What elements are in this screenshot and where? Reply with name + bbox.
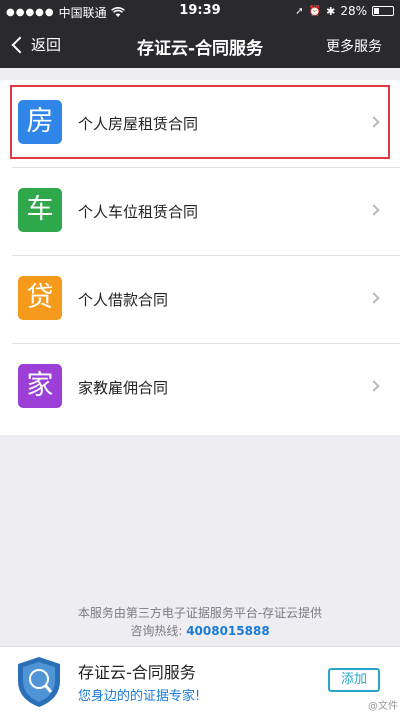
- banner-slogan: 您身边的的证据专家!: [78, 689, 201, 704]
- house-icon: 房: [18, 100, 62, 144]
- list-item-label: 个人借款合同: [78, 291, 169, 309]
- battery-icon: [372, 6, 394, 16]
- battery-percent: 28%: [340, 4, 367, 18]
- more-services-button[interactable]: 更多服务: [326, 36, 382, 56]
- list-item-label: 家教雇佣合同: [78, 379, 169, 397]
- location-icon: ➚: [295, 5, 304, 17]
- loan-icon: 贷: [18, 276, 62, 320]
- bluetooth-icon: ✱: [326, 4, 336, 18]
- provider-text: 本服务由第三方电子证据服务平台-存证云提供: [77, 606, 323, 620]
- list-item-label: 个人房屋租赁合同: [78, 115, 199, 133]
- list-item-house-lease[interactable]: 房 个人房屋租赁合同: [0, 80, 400, 168]
- car-icon: 车: [18, 188, 62, 232]
- footer-note: 本服务由第三方电子证据服务平台-存证云提供 咨询热线: 4008015888: [0, 604, 400, 640]
- banner-app-name: 存证云-合同服务: [78, 663, 196, 682]
- list-item-label: 个人车位租赁合同: [78, 203, 199, 221]
- home-icon: 家: [18, 364, 62, 408]
- alarm-icon: ⏰: [308, 5, 322, 17]
- chevron-right-icon: [368, 204, 380, 216]
- watermark: @文件: [368, 701, 398, 712]
- list-item-tutor-employment[interactable]: 家 家教雇佣合同: [0, 344, 400, 432]
- shield-logo-icon: [18, 657, 60, 707]
- status-bar: ●●●●● 中国联通 19:39 ➚ ⏰ ✱ 28%: [0, 0, 400, 22]
- add-button[interactable]: 添加: [328, 668, 380, 692]
- highlight-box: [10, 85, 390, 159]
- chevron-right-icon: [368, 380, 380, 392]
- hotline-label: 咨询热线:: [130, 624, 183, 638]
- nav-bar: 返回 存证云-合同服务 更多服务: [0, 22, 400, 68]
- app-banner: 存证云-合同服务 您身边的的证据专家! 添加 @文件: [0, 646, 400, 714]
- list-item-personal-loan[interactable]: 贷 个人借款合同: [0, 256, 400, 344]
- chevron-right-icon: [368, 292, 380, 304]
- contract-list: 房 个人房屋租赁合同 车 个人车位租赁合同 贷 个人借款合同 家 家教雇佣合同: [0, 80, 400, 435]
- hotline-number[interactable]: 4008015888: [186, 624, 270, 638]
- list-item-parking-lease[interactable]: 车 个人车位租赁合同: [0, 168, 400, 256]
